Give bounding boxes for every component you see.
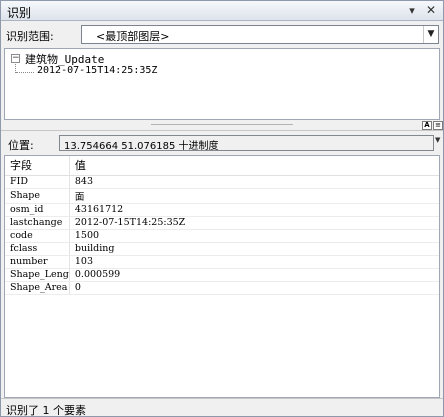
location-value: 13.754664 51.076185 十进制度 — [64, 141, 219, 152]
window-title: 识别 — [7, 6, 32, 20]
field-name: Shape — [5, 188, 70, 204]
table-row[interactable]: Shape 面 — [5, 188, 439, 204]
table-row[interactable]: fclass building — [5, 242, 439, 256]
identify-from-dropdown[interactable]: <最顶部图层> ▼ — [81, 25, 439, 44]
table-header-row: 字段 值 — [5, 156, 439, 176]
pin-icon[interactable]: ▾ — [404, 3, 420, 18]
field-value: building — [69, 242, 439, 256]
field-value: 0.000599 — [69, 268, 439, 282]
field-value: 2012-07-15T14:25:35Z — [69, 216, 439, 230]
identify-from-value: <最顶部图层> — [96, 30, 170, 43]
title-bar[interactable]: 识别 ▾ ✕ — [1, 1, 443, 21]
field-name: code — [5, 229, 70, 243]
field-name: Shape_Leng — [5, 268, 70, 282]
attribute-table: 字段 值 FID 843 Shape 面 osm_id 43161712 las… — [4, 155, 440, 398]
field-value: 43161712 — [69, 203, 439, 217]
field-value: 面 — [69, 188, 439, 204]
identify-window: 识别 ▾ ✕ 识别范围: <最顶部图层> ▼ − 建筑物_Update 2012… — [0, 0, 444, 417]
tree-connector — [16, 72, 34, 73]
table-row[interactable]: lastchange 2012-07-15T14:25:35Z — [5, 216, 439, 230]
field-value: 103 — [69, 255, 439, 269]
table-row[interactable]: code 1500 — [5, 229, 439, 243]
field-value: 1500 — [69, 229, 439, 243]
column-header-value[interactable]: 值 — [69, 156, 439, 176]
tree-feature-node[interactable]: 2012-07-15T14:25:35Z — [37, 65, 157, 76]
identify-from-label: 识别范围: — [6, 30, 54, 43]
field-value: 0 — [69, 281, 439, 295]
location-field[interactable]: 13.754664 51.076185 十进制度 — [59, 135, 434, 152]
panel-splitter[interactable]: A ≡ — [1, 120, 443, 130]
field-name: osm_id — [5, 203, 70, 217]
location-dropdown-icon[interactable]: ▼ — [435, 136, 440, 144]
field-name: number — [5, 255, 70, 269]
table-row[interactable]: osm_id 43161712 — [5, 203, 439, 217]
close-icon[interactable]: ✕ — [423, 3, 439, 18]
field-value: 843 — [69, 175, 439, 189]
table-row[interactable]: number 103 — [5, 255, 439, 269]
status-text: 识别了 1 个要素 — [6, 404, 86, 417]
table-row[interactable]: Shape_Leng 0.000599 — [5, 268, 439, 282]
table-row[interactable]: FID 843 — [5, 175, 439, 189]
sort-icon[interactable]: A — [422, 121, 432, 130]
chevron-down-icon[interactable]: ▼ — [423, 26, 438, 43]
table-row[interactable]: Shape_Area 0 — [5, 281, 439, 295]
category-icon[interactable]: ≡ — [433, 121, 443, 130]
tree-collapse-icon[interactable]: − — [11, 54, 20, 63]
field-name: fclass — [5, 242, 70, 256]
identify-from-row: 识别范围: <最顶部图层> ▼ — [1, 22, 443, 48]
location-label: 位置: — [8, 139, 34, 152]
results-tree: − 建筑物_Update 2012-07-15T14:25:35Z — [4, 48, 440, 120]
field-name: FID — [5, 175, 70, 189]
column-header-field[interactable]: 字段 — [5, 156, 70, 176]
field-name: Shape_Area — [5, 281, 70, 295]
field-name: lastchange — [5, 216, 70, 230]
status-bar: 识别了 1 个要素 — [1, 398, 443, 417]
splitter-grip[interactable] — [151, 124, 293, 125]
location-row: 位置: 13.754664 51.076185 十进制度 ▼ — [1, 130, 443, 154]
